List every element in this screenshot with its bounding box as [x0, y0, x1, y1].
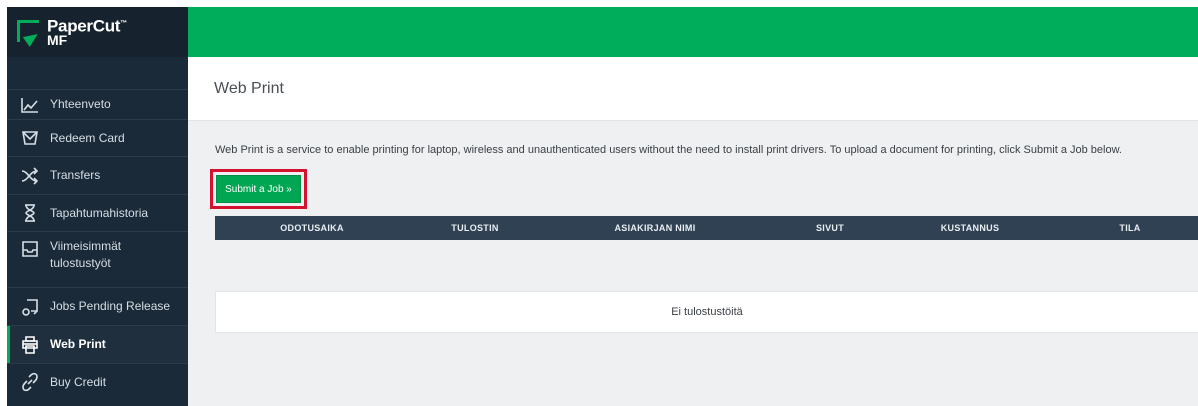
sidebar-item-label: Tapahtumahistoria [50, 205, 149, 220]
sidebar-item-label: Jobs Pending Release [50, 299, 171, 313]
sidebar-item-label: Transfers [50, 168, 101, 182]
submit-job-button[interactable]: Submit a Job » [216, 175, 301, 203]
print-jobs-table: ODOTUSAIKA TULOSTIN ASIAKIRJAN NIMI SIVU… [215, 216, 1198, 240]
sidebar-item-tapahtumahistoria[interactable]: Tapahtumahistoria [7, 194, 188, 231]
sidebar-item-web-print[interactable]: Web Print [7, 325, 188, 363]
sidebar-item-label: Yhteenveto [50, 97, 111, 111]
papercut-logo[interactable]: PaperCut™ MF [7, 7, 188, 57]
sidebar-item-label: Web Print [50, 337, 106, 351]
column-header-kustannus[interactable]: KUSTANNUS [915, 216, 1025, 240]
table-header: ODOTUSAIKA TULOSTIN ASIAKIRJAN NIMI SIVU… [215, 216, 1198, 240]
column-header-odotusaika[interactable]: ODOTUSAIKA [237, 216, 387, 240]
submit-job-highlight: Submit a Job » [210, 169, 307, 209]
chart-line-icon [19, 94, 41, 116]
column-header-tulostin[interactable]: TULOSTIN [415, 216, 535, 240]
sidebar: PaperCut™ MF Yhteenveto Redeem Card Tran… [7, 7, 188, 406]
sidebar-item-transfers[interactable]: Transfers [7, 156, 188, 194]
hourglass-icon [19, 202, 41, 224]
empty-table-message: Ei tulostustöitä [215, 291, 1198, 333]
main-content: Web Print Web Print is a service to enab… [188, 7, 1198, 406]
link-icon [19, 371, 41, 393]
logo-tm: ™ [120, 19, 127, 27]
printer-icon [19, 334, 41, 356]
top-bar [188, 7, 1198, 57]
shuffle-icon [19, 165, 41, 187]
sidebar-item-label: Buy Credit [50, 374, 107, 389]
column-header-tila[interactable]: TILA [1095, 216, 1165, 240]
sidebar-item-jobs-pending-release[interactable]: Jobs Pending Release [7, 287, 188, 325]
logo-sub: MF [47, 32, 68, 49]
sidebar-item-viimeisimmat[interactable]: Viimeisimmät tulostustyöt [7, 231, 188, 287]
tray-icon [19, 238, 41, 260]
pending-release-icon [19, 296, 41, 318]
sidebar-item-redeem-card[interactable]: Redeem Card [7, 119, 188, 156]
sidebar-item-label: Viimeisimmät tulostustyöt [50, 239, 122, 270]
papercut-logo-icon [17, 20, 42, 47]
sidebar-item-buy-credit[interactable]: Buy Credit [7, 363, 188, 400]
page-description: Web Print is a service to enable printin… [215, 144, 1122, 156]
sidebar-item-yhteenveto[interactable]: Yhteenveto [7, 89, 188, 119]
title-bar: Web Print [188, 57, 1198, 121]
card-icon [19, 127, 41, 149]
column-header-asiakirjan-nimi[interactable]: ASIAKIRJAN NIMI [580, 216, 730, 240]
page-title: Web Print [214, 79, 284, 97]
column-header-sivut[interactable]: SIVUT [795, 216, 865, 240]
sidebar-item-label: Redeem Card [50, 130, 125, 145]
